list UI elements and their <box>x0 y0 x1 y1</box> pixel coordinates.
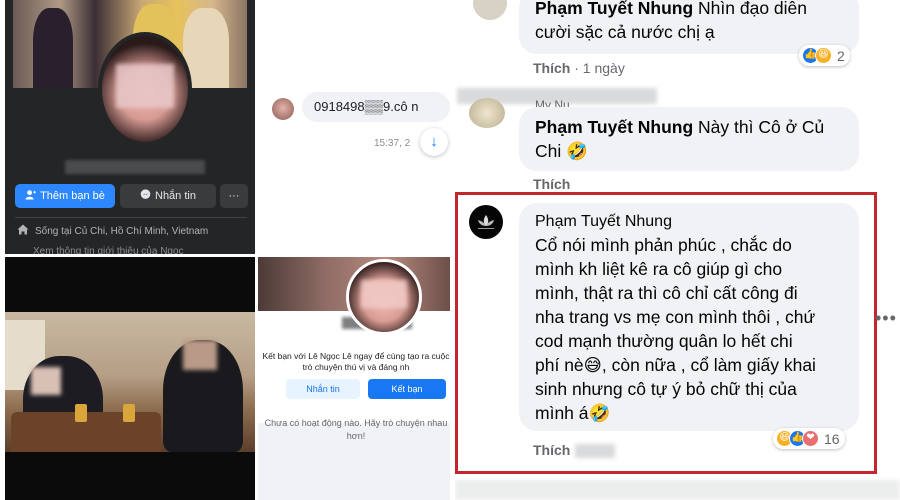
blurred-strip-3 <box>455 480 900 500</box>
reaction-count: 2 <box>837 47 845 64</box>
like-link[interactable]: Thích <box>533 60 570 76</box>
reaction-summary-3[interactable]: 😆 👍 ❤ 16 <box>773 428 845 449</box>
comments-panel: Phạm Tuyết Nhung Nhìn đạo diễn cười sặc … <box>455 0 900 500</box>
empty-activity-text: Chưa có hoạt động nào. Hãy trò chuyện nh… <box>264 418 448 441</box>
comment-line: sinh nhưng cô tự ý bỏ chữ thị của <box>535 379 797 399</box>
chat-avatar <box>272 98 294 120</box>
chat-panel: 0918498▒▒9.cô n 15:37, 2 ↓ <box>262 70 450 160</box>
comment-meta-3: Thích <box>533 442 570 458</box>
connect-prompt: Kết bạn với Lê Ngọc Lê ngay để cùng tạo … <box>262 351 450 372</box>
add-friend-button[interactable]: Thêm bạn bè <box>15 184 115 208</box>
lives-in-row: Sống tại Củ Chi, Hồ Chí Minh, Vietnam <box>17 224 208 238</box>
commenter-name[interactable]: Phạm Tuyết Nhung <box>535 0 693 18</box>
care-icon: ❤ <box>802 430 819 447</box>
comment-time: 1 ngày <box>582 60 625 76</box>
haha-icon: 😆 <box>815 47 832 64</box>
divider <box>15 217 247 218</box>
mobile-message-button[interactable]: Nhắn tin <box>286 379 360 399</box>
comment-line: Cổ nói mình phản phúc , chắc do <box>535 235 792 255</box>
comment-bubble-2: Phạm Tuyết Nhung Này thì Cô ở Củ Chi 🤣 <box>519 107 859 171</box>
like-link-3[interactable]: Thích <box>533 442 570 458</box>
more-dots-icon[interactable]: ••• <box>875 308 897 329</box>
comment-meta: Thích · 1 ngày <box>533 60 625 76</box>
video-still <box>5 257 255 500</box>
comment-meta-2: Thích <box>533 176 570 192</box>
blurred-profile-name <box>65 160 205 174</box>
like-link-2[interactable]: Thích <box>533 176 570 192</box>
reaction-count-3: 16 <box>824 430 840 447</box>
commenter-name-2[interactable]: Phạm Tuyết Nhung <box>535 117 693 137</box>
home-icon <box>17 224 29 238</box>
message-label: Nhắn tin <box>155 190 196 202</box>
comment-line: mình, thật ra thì cô chỉ cất công đi <box>535 283 798 303</box>
reaction-summary[interactable]: 👍 😆 2 <box>799 45 850 66</box>
mobile-add-friend-label: Kết bạn <box>391 384 423 394</box>
mobile-profile-card: Kết bạn với Lê Ngọc Lê ngay để cùng tạo … <box>258 311 450 423</box>
comment-line: mình kh liệt kê ra cô giúp gì cho <box>535 259 783 279</box>
comment-line: phí nè😅, còn nữa , cổ làm giấy khai <box>535 355 816 375</box>
dark-profile-panel: Thêm bạn bè Nhắn tin ··· Sống tại Củ Chi… <box>5 0 255 254</box>
comment-line: cod mạnh thường quân lo hết chi <box>535 331 793 351</box>
add-friend-icon <box>25 189 37 203</box>
comment-text-2: Này thì Cô ở Củ <box>698 117 825 137</box>
mobile-add-friend-button[interactable]: Kết bạn <box>368 379 446 399</box>
comment-line: nha trang vs mẹ con mình thôi , chứ <box>535 307 816 327</box>
commenter-name-3[interactable]: Phạm Tuyết Nhung <box>535 211 843 233</box>
add-friend-label: Thêm bạn bè <box>40 190 105 202</box>
blurred-strip-2 <box>575 444 615 458</box>
comment-text: Nhìn đạo diễn <box>698 0 808 18</box>
chat-message-bubble: 0918498▒▒9.cô n <box>302 92 450 122</box>
arrow-down-icon[interactable]: ↓ <box>420 128 448 156</box>
comment-text-line2: cười sặc cả nước chị ạ <box>535 22 715 42</box>
mobile-profile-panel: Kết bạn với Lê Ngọc Lê ngay để cùng tạo … <box>258 257 450 500</box>
commenter-avatar[interactable] <box>473 0 507 20</box>
messenger-icon <box>140 189 151 203</box>
comment-text-2b: Chi 🤣 <box>535 141 588 161</box>
lotus-icon <box>478 215 494 229</box>
video-scene <box>5 312 255 452</box>
more-options-label: ··· <box>228 190 240 202</box>
commenter-avatar-2[interactable] <box>469 98 505 128</box>
comment-line: mình á🤣 <box>535 403 611 423</box>
chat-timestamp: 15:37, 2 <box>374 138 411 149</box>
mobile-avatar[interactable] <box>346 259 422 335</box>
comment-bubble-3: Phạm Tuyết Nhung Cổ nói mình phản phúc ,… <box>519 203 859 431</box>
see-intro-link[interactable]: Xem thông tin giới thiệu của Ngọc <box>33 246 184 254</box>
more-options-button[interactable]: ··· <box>220 184 248 208</box>
lives-in-text: Sống tại Củ Chi, Hồ Chí Minh, Vietnam <box>35 225 209 237</box>
commenter-avatar-3[interactable] <box>469 205 503 239</box>
mobile-message-label: Nhắn tin <box>306 384 340 394</box>
message-button[interactable]: Nhắn tin <box>120 184 216 208</box>
profile-avatar[interactable] <box>98 32 192 146</box>
